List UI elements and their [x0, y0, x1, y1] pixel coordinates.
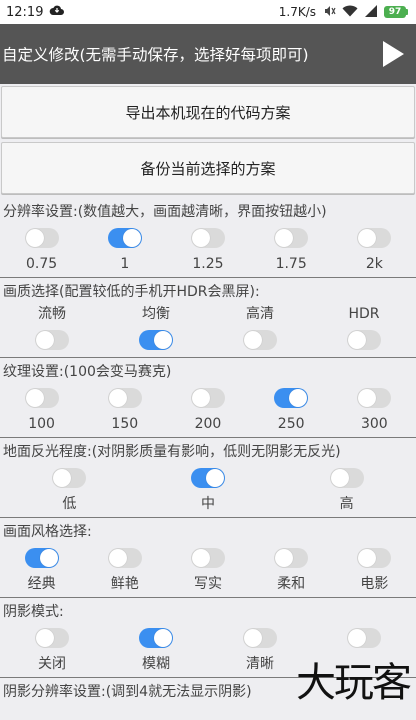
reflection-switch-low[interactable] — [52, 468, 87, 488]
quality-section: 画质选择(配置较低的手机开HDR会黑屏): 流畅 均衡 高清 HDR — [0, 278, 416, 358]
toolbar-title: 自定义修改(无需手动保存，选择好每项即可) — [2, 46, 309, 64]
play-button[interactable] — [370, 24, 416, 84]
style-section: 画面风格选择: 经典 鲜艳 写实 柔和 电影 — [0, 518, 416, 598]
quality-label: 流畅 — [38, 306, 66, 322]
watermark-logo: 大玩客 — [296, 660, 412, 706]
resolution-label: 1.25 — [192, 256, 224, 272]
quality-switch-smooth[interactable] — [35, 330, 69, 350]
net-speed: 1.7K/s — [278, 5, 316, 19]
resolution-label: 1.75 — [275, 256, 307, 272]
style-label: 鲜艳 — [110, 576, 139, 592]
wifi-icon — [342, 5, 358, 20]
backup-scheme-button[interactable]: 备份当前选择的方案 — [1, 142, 415, 194]
shadow-label: 模糊 — [142, 656, 170, 672]
reflection-label: 低 — [62, 496, 77, 512]
texture-switch-100[interactable] — [24, 388, 59, 408]
reflection-title: 地面反光程度:(对阴影质量有影响，低则无阴影无反光) — [3, 444, 341, 460]
style-switch-movie[interactable] — [357, 548, 392, 568]
style-label: 柔和 — [277, 576, 306, 592]
quality-title: 画质选择(配置较低的手机开HDR会黑屏): — [3, 284, 260, 300]
signal-icon — [364, 4, 378, 20]
play-icon — [383, 41, 404, 67]
texture-switch-250[interactable] — [274, 388, 309, 408]
style-label: 写实 — [193, 576, 222, 592]
resolution-label: 1 — [120, 256, 130, 272]
style-switch-soft[interactable] — [274, 548, 309, 568]
quality-switch-hd[interactable] — [243, 330, 277, 350]
mute-icon — [322, 4, 336, 21]
resolution-switch-1-75[interactable] — [274, 228, 309, 248]
quality-label: 均衡 — [142, 306, 170, 322]
texture-section: 纹理设置:(100会变马赛克) 100 150 200 250 300 — [0, 358, 416, 438]
toolbar: 自定义修改(无需手动保存，选择好每项即可) — [0, 24, 416, 84]
style-switch-vivid[interactable] — [107, 548, 142, 568]
style-title: 画面风格选择: — [3, 524, 92, 540]
resolution-label: 2k — [365, 256, 383, 272]
resolution-label: 0.75 — [26, 256, 58, 272]
texture-label: 100 — [28, 416, 55, 432]
quality-switch-hdr[interactable] — [347, 330, 381, 350]
texture-switch-150[interactable] — [107, 388, 142, 408]
export-scheme-button[interactable]: 导出本机现在的代码方案 — [1, 86, 415, 138]
shadow-switch-off[interactable] — [35, 628, 69, 648]
resolution-switch-2k[interactable] — [357, 228, 392, 248]
resolution-switch-0-75[interactable] — [24, 228, 59, 248]
cloud-icon — [49, 4, 65, 20]
style-label: 电影 — [360, 576, 389, 592]
resolution-switch-1-25[interactable] — [190, 228, 225, 248]
shadow-label: 关闭 — [38, 656, 66, 672]
reflection-label: 高 — [339, 496, 354, 512]
status-bar: 12:19 1.7K/s 97 — [0, 0, 416, 24]
style-switch-classic[interactable] — [24, 548, 59, 568]
shadow-switch-4[interactable] — [347, 628, 381, 648]
texture-label: 150 — [111, 416, 139, 432]
shadow-title: 阴影模式: — [3, 604, 64, 620]
reflection-label: 中 — [200, 496, 215, 512]
resolution-switch-1[interactable] — [107, 228, 142, 248]
quality-label: HDR — [348, 306, 380, 322]
texture-label: 250 — [277, 416, 305, 432]
style-switch-realistic[interactable] — [190, 548, 225, 568]
resolution-section: 分辨率设置:(数值越大，画面越清晰，界面按钮越小) 0.75 1 1.25 1.… — [0, 198, 416, 278]
texture-label: 200 — [194, 416, 222, 432]
quality-label: 高清 — [246, 306, 274, 322]
reflection-switch-high[interactable] — [329, 468, 364, 488]
resolution-title: 分辨率设置:(数值越大，画面越清晰，界面按钮越小) — [3, 204, 327, 220]
quality-switch-balanced[interactable] — [139, 330, 173, 350]
shadow-switch-sharp[interactable] — [243, 628, 277, 648]
reflection-section: 地面反光程度:(对阴影质量有影响，低则无阴影无反光) 低 中 高 — [0, 438, 416, 518]
style-label: 经典 — [27, 576, 56, 592]
texture-label: 300 — [360, 416, 388, 432]
battery-icon: 97 — [384, 6, 408, 18]
shadow-switch-blur[interactable] — [139, 628, 173, 648]
texture-switch-300[interactable] — [357, 388, 392, 408]
shadow-label: 清晰 — [246, 656, 274, 672]
reflection-switch-medium[interactable] — [190, 468, 225, 488]
texture-title: 纹理设置:(100会变马赛克) — [3, 364, 172, 380]
texture-switch-200[interactable] — [190, 388, 225, 408]
status-time: 12:19 — [6, 4, 44, 20]
battery-level: 97 — [384, 6, 406, 18]
